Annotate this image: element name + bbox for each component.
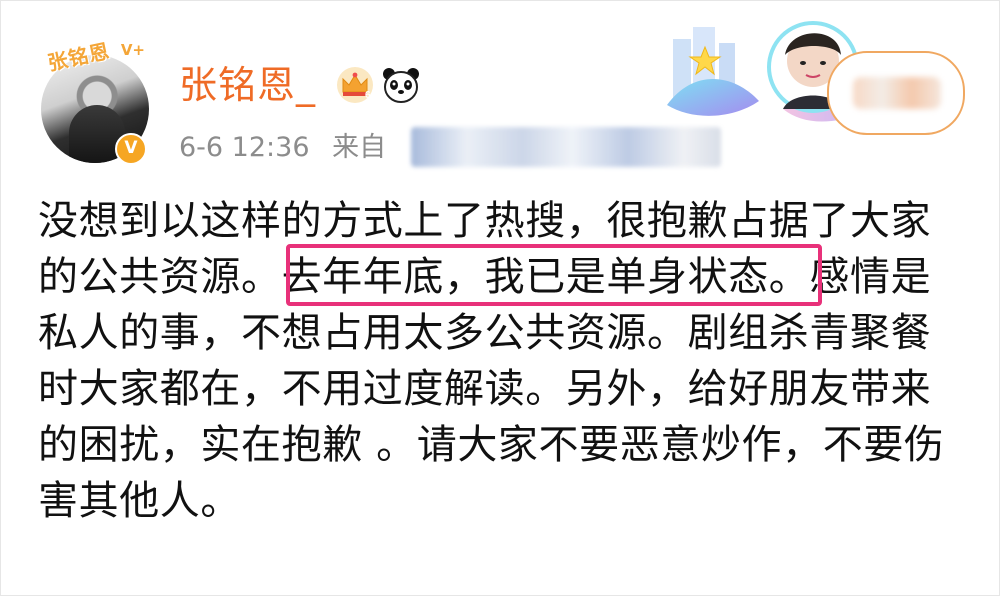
source-label: 来自 (332, 132, 387, 163)
post-timestamp: 6-6 12:36 (179, 132, 310, 163)
post-line: 的困扰，实在抱歉 。请大家不要恶意炒作，不要伤 (38, 422, 945, 468)
crown-icon[interactable]: 6 (335, 65, 375, 105)
post-line: 害其他人。 (38, 478, 241, 524)
avatar-container[interactable]: 张铭恩 V+ V (37, 39, 153, 165)
avatar-badge-level: V+ (120, 41, 145, 59)
panda-icon[interactable] (381, 65, 421, 105)
post-source-blurred[interactable] (411, 127, 721, 167)
follow-button[interactable] (827, 51, 965, 135)
follow-button-label-blurred (853, 77, 941, 109)
post-line: 时大家都在，不用过度解读。另外，给好朋友带来 (38, 366, 932, 412)
weibo-post: 张铭恩 V+ V 张铭恩_ 6 6-6 12:36 来自 没想到以这样的方式上了… (0, 0, 1000, 596)
highlight-box (286, 244, 822, 306)
post-line: 没想到以这样的方式上了热搜，很抱歉占据了大家 (38, 198, 932, 244)
vip-level: 6 (365, 90, 371, 101)
author-name[interactable]: 张铭恩_ (179, 63, 316, 107)
post-line: 私人的事，不想占用太多公共资源。剧组杀青聚餐 (38, 310, 932, 356)
post-meta: 6-6 12:36 来自 (179, 131, 386, 165)
verified-icon: V (115, 133, 147, 165)
